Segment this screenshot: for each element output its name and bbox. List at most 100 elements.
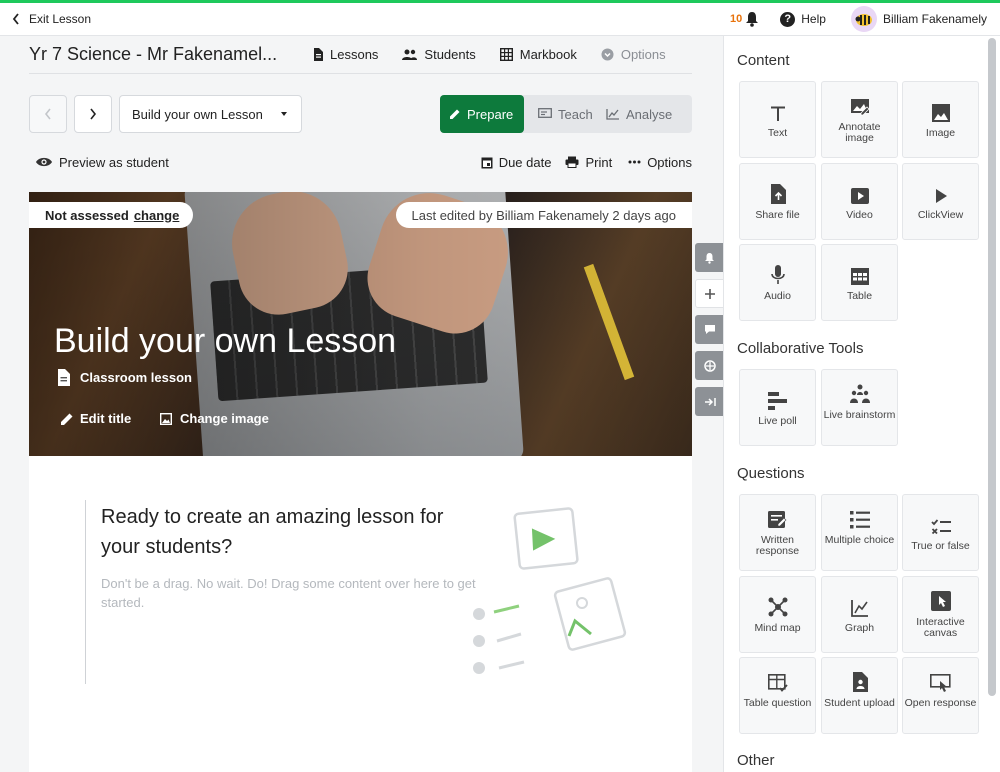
tile-label: Annotate image bbox=[838, 121, 881, 144]
bell-tool-icon[interactable] bbox=[695, 243, 724, 272]
table-icon bbox=[850, 268, 869, 285]
lesson-actions: Preview as student Due date Print Option… bbox=[29, 152, 692, 172]
multiple-choice-icon bbox=[849, 511, 870, 529]
nav-lessons-label: Lessons bbox=[330, 47, 379, 62]
lesson-select-value: Build your own Lesson bbox=[132, 106, 263, 122]
help-button[interactable]: ? Help bbox=[780, 11, 826, 27]
content-tile-table[interactable]: Table bbox=[821, 244, 898, 321]
teach-mode-button[interactable]: Teach bbox=[524, 95, 604, 133]
image-icon bbox=[931, 104, 950, 122]
chevron-left-icon bbox=[12, 13, 19, 25]
content-section-title: Content bbox=[737, 52, 790, 69]
live-brainstorm-icon bbox=[849, 384, 870, 403]
lesson-title: Build your own Lesson bbox=[54, 322, 397, 360]
presentation-icon bbox=[538, 108, 552, 118]
course-title[interactable]: Yr 7 Science - Mr Fakenamel... bbox=[29, 44, 299, 65]
question-tile-interactive-canvas[interactable]: Interactive canvas bbox=[902, 576, 979, 653]
tile-label: Table question bbox=[743, 697, 812, 709]
table-question-icon bbox=[767, 674, 788, 692]
print-label: Print bbox=[585, 154, 613, 170]
content-tile-audio[interactable]: Audio bbox=[739, 244, 816, 321]
collab-section-title: Collaborative Tools bbox=[737, 340, 864, 357]
help-icon: ? bbox=[780, 11, 796, 27]
clickview-icon bbox=[935, 189, 947, 203]
tile-label: Live brainstorm bbox=[823, 409, 896, 421]
nav-students[interactable]: Students bbox=[402, 47, 476, 62]
print-button[interactable]: Print bbox=[565, 155, 612, 170]
question-tile-student-upload[interactable]: Student upload bbox=[821, 657, 898, 734]
move-tool-icon[interactable] bbox=[695, 351, 724, 380]
question-tile-true-or-false[interactable]: True or false bbox=[902, 494, 979, 571]
lesson-type: Classroom lesson bbox=[57, 369, 192, 386]
options-button[interactable]: Options bbox=[628, 155, 692, 170]
due-date-label: Due date bbox=[498, 154, 552, 170]
change-assessment-link[interactable]: change bbox=[134, 208, 180, 223]
chevron-left-icon bbox=[44, 108, 51, 120]
tile-label: Text bbox=[767, 127, 788, 139]
content-tile-annotate-image[interactable]: Annotate image bbox=[821, 81, 898, 158]
avatar bbox=[850, 6, 877, 32]
printer-icon bbox=[565, 156, 579, 168]
pencil-icon bbox=[61, 413, 73, 425]
collab-tile-live-brainstorm[interactable]: Live brainstorm bbox=[821, 369, 898, 446]
questions-section-title: Questions bbox=[737, 465, 805, 482]
bell-icon[interactable] bbox=[745, 11, 759, 27]
other-section-title: Other bbox=[737, 752, 775, 769]
main-area: Yr 7 Science - Mr Fakenamel... Lessons S… bbox=[0, 36, 724, 772]
question-tile-open-response[interactable]: Open response bbox=[902, 657, 979, 734]
previous-lesson-button[interactable] bbox=[29, 95, 67, 133]
lesson-toolbar: Build your own Lesson Prepare Teach Anal… bbox=[29, 95, 692, 133]
mode-switch: Prepare Teach Analyse bbox=[440, 95, 692, 133]
question-tile-table-question[interactable]: Table question bbox=[739, 657, 816, 734]
collapse-panel-icon[interactable] bbox=[695, 387, 724, 416]
people-icon bbox=[402, 49, 418, 60]
options-circle-icon bbox=[601, 48, 614, 61]
tile-label: True or false bbox=[911, 540, 970, 552]
question-tile-multiple-choice[interactable]: Multiple choice bbox=[821, 494, 898, 571]
graph-icon bbox=[850, 600, 868, 617]
share-file-icon bbox=[770, 184, 786, 204]
due-date-button[interactable]: Due date bbox=[481, 154, 552, 170]
content-tile-image[interactable]: Image bbox=[902, 81, 979, 158]
image-icon bbox=[160, 412, 172, 425]
collab-tile-live-poll[interactable]: Live poll bbox=[739, 369, 816, 446]
edit-title-button[interactable]: Edit title bbox=[60, 411, 131, 426]
notification-count[interactable]: 10 bbox=[730, 13, 742, 25]
question-tile-written-response[interactable]: Written response bbox=[739, 494, 816, 571]
content-tile-share-file[interactable]: Share file bbox=[739, 163, 816, 240]
user-menu[interactable]: Billiam Fakenamely bbox=[850, 6, 987, 32]
lesson-type-label: Classroom lesson bbox=[80, 370, 192, 385]
nav-lessons[interactable]: Lessons bbox=[313, 47, 378, 62]
drag-content-illustration bbox=[473, 507, 627, 674]
tile-label: Open response bbox=[904, 697, 977, 709]
content-tile-text[interactable]: Text bbox=[739, 81, 816, 158]
prepare-mode-button[interactable]: Prepare bbox=[440, 95, 524, 133]
lesson-select[interactable]: Build your own Lesson bbox=[119, 95, 302, 133]
nav-markbook[interactable]: Markbook bbox=[499, 47, 577, 62]
question-tile-mind-map[interactable]: Mind map bbox=[739, 576, 816, 653]
tile-label: Multiple choice bbox=[824, 534, 895, 546]
course-nav: Yr 7 Science - Mr Fakenamel... Lessons S… bbox=[29, 36, 692, 74]
panel-scrollbar[interactable] bbox=[988, 38, 996, 696]
placeholder-divider bbox=[85, 500, 86, 684]
nav-options[interactable]: Options bbox=[601, 47, 666, 62]
preview-as-student-button[interactable]: Preview as student bbox=[35, 155, 169, 170]
prepare-label: Prepare bbox=[467, 106, 514, 122]
content-tile-clickview[interactable]: ClickView bbox=[902, 163, 979, 240]
change-image-button[interactable]: Change image bbox=[160, 411, 269, 426]
tile-label: Table bbox=[846, 290, 873, 302]
analyse-label: Analyse bbox=[626, 106, 673, 122]
annotate-image-icon bbox=[850, 99, 870, 116]
comment-tool-icon[interactable] bbox=[695, 315, 724, 344]
grid-icon bbox=[499, 48, 513, 61]
exit-lesson-label: Exit Lesson bbox=[29, 12, 92, 26]
assessment-status: Not assessed bbox=[45, 207, 129, 223]
analyse-mode-button[interactable]: Analyse bbox=[604, 95, 692, 133]
question-tile-graph[interactable]: Graph bbox=[821, 576, 898, 653]
live-poll-icon bbox=[767, 392, 787, 410]
exit-lesson-button[interactable]: Exit Lesson bbox=[12, 12, 91, 26]
content-tile-video[interactable]: Video bbox=[821, 163, 898, 240]
next-lesson-button[interactable] bbox=[74, 95, 112, 133]
lesson-content-area[interactable]: Ready to create an amazing lesson for yo… bbox=[29, 456, 692, 772]
add-tool-icon[interactable] bbox=[695, 279, 724, 308]
